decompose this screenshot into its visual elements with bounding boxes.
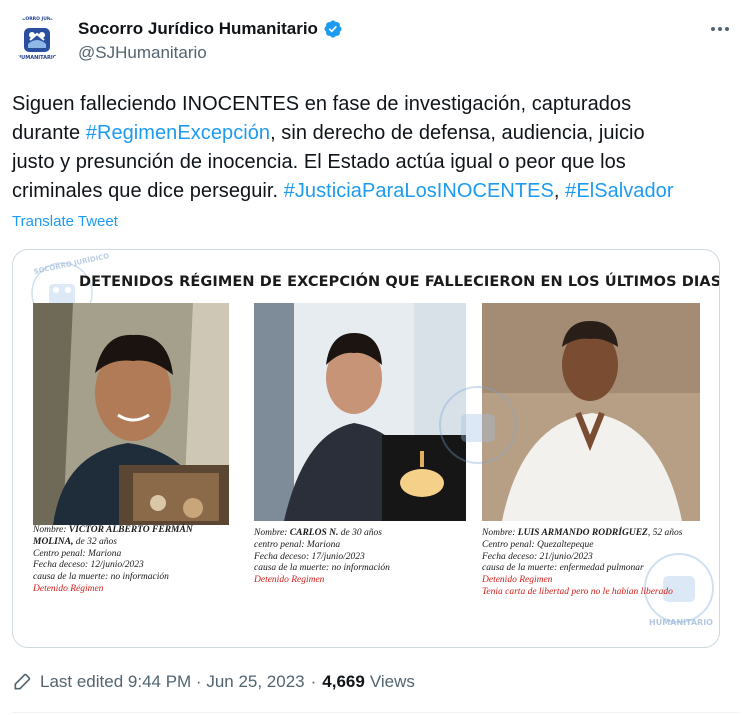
- victim-prison: Centro penal: Quezaltepeque: [482, 539, 594, 550]
- victim-prison: centro penal: Mariona: [254, 539, 341, 550]
- tweet-text-segment: criminales que dice perseguir.: [12, 180, 284, 202]
- victim-cause: causa de la muerte: no información: [254, 563, 390, 574]
- tweet-footer: Last edited 9:44 PM · Jun 25, 2023 · 4,6…: [12, 668, 415, 696]
- victim-cause: causa de la muerte: enfermedad pulmonar: [482, 563, 644, 574]
- victim-status: Detenido Régimen: [33, 583, 104, 594]
- name-label: Nombre:: [254, 528, 290, 538]
- views-count: 4,669: [322, 672, 365, 691]
- victim-age: de 30 años: [338, 528, 382, 538]
- portrait-1-icon: [33, 303, 229, 525]
- hashtag-link[interactable]: #ElSalvador: [565, 180, 673, 202]
- tweet-text-line: Siguen falleciendo INOCENTES en fase de …: [12, 90, 732, 119]
- display-name-row: Socorro Jurídico Humanitario: [78, 18, 343, 40]
- watermark-logo-middle-icon: [439, 386, 517, 464]
- victim-name: LUIS ARMANDO RODRÍGUEZ: [517, 528, 648, 538]
- victim-death-date: Fecha deceso: 17/junio/2023: [254, 551, 365, 562]
- victim-status: Detenido Regimen: [254, 575, 325, 586]
- views-label: Views: [369, 672, 415, 691]
- edited-timestamp[interactable]: Last edited 9:44 PM · Jun 25, 2023: [40, 672, 305, 692]
- victim-age: , 52 años: [647, 528, 683, 538]
- tweet-text-segment: , sin derecho de defensa, audiencia, jui…: [270, 122, 645, 144]
- victim-status: Detenido Regimen: [482, 575, 553, 586]
- victim-caption-1: Nombre: VÍCTOR ALBERTO FERMÁN MOLINA, de…: [33, 525, 233, 596]
- name-label: Nombre:: [482, 528, 518, 538]
- victim-death-date: Fecha deceso: 21/junio/2023: [482, 551, 593, 562]
- user-block: Socorro Jurídico Humanitario @SJHumanita…: [78, 18, 343, 63]
- hashtag-link[interactable]: #RegimenExcepción: [86, 122, 270, 144]
- tweet-text-line: criminales que dice perseguir. #Justicia…: [12, 177, 732, 206]
- victim-note: Tenia carta de libertad pero no le había…: [482, 586, 673, 597]
- footer-separator: ·: [310, 672, 317, 691]
- name-label: Nombre:: [33, 525, 69, 535]
- display-name[interactable]: Socorro Jurídico Humanitario: [78, 19, 318, 39]
- tweet-text-line: justo y presunción de inocencia. El Esta…: [12, 148, 732, 177]
- media-card[interactable]: SOCORRO JURÍDICO DETENIDOS RÉGIMEN DE EX…: [12, 249, 720, 648]
- avatar-label-top: SOCORRO JURÍDICO: [15, 17, 62, 22]
- victim-photo-1: [33, 303, 229, 525]
- victim-death-date: Fecha deceso: 12/junio/2023: [33, 560, 144, 571]
- victim-name: VÍCTOR ALBERTO FERMÁN: [68, 525, 193, 535]
- media-title: DETENIDOS RÉGIMEN DE EXCEPCIÓN QUE FALLE…: [79, 274, 720, 290]
- tweet-text-segment: justo y presunción de inocencia. El Esta…: [12, 151, 626, 173]
- tweet-text-segment: durante: [12, 122, 86, 144]
- translate-tweet-link[interactable]: Translate Tweet: [12, 213, 118, 230]
- more-options-icon[interactable]: [705, 18, 735, 40]
- avatar[interactable]: SOCORRO JURÍDICO HUMANITARIO: [12, 14, 62, 64]
- tweet-text-line: durante #RegimenExcepción, sin derecho d…: [12, 119, 732, 148]
- hashtag-link[interactable]: #JusticiaParaLosINOCENTES: [284, 180, 554, 202]
- victim-caption-2: Nombre: CARLOS N. de 30 años centro pena…: [254, 528, 469, 587]
- victim-name-continued: MOLINA,: [33, 536, 74, 547]
- tweet-text-segment: ,: [553, 180, 566, 202]
- watermark-label-bottom: HUMANITARIO: [649, 618, 713, 627]
- victim-prison: Centro penal: Mariona: [33, 548, 122, 559]
- tweet-text-segment: Siguen falleciendo INOCENTES en fase de …: [12, 93, 632, 115]
- verified-badge-icon[interactable]: [323, 19, 343, 39]
- victim-cause: causa de la muerte: no información: [33, 572, 169, 583]
- victim-name: CARLOS N.: [289, 528, 339, 538]
- avatar-label-bottom: HUMANITARIO: [17, 55, 57, 61]
- edit-pencil-icon: [14, 673, 31, 690]
- tweet-header: SOCORRO JURÍDICO HUMANITARIO Socorro Jur…: [12, 12, 739, 72]
- divider: [12, 712, 739, 713]
- victim-age: de 32 años: [73, 536, 117, 547]
- tweet-text: Siguen falleciendo INOCENTES en fase de …: [12, 90, 732, 206]
- user-handle[interactable]: @SJHumanitario: [78, 43, 343, 63]
- victim-caption-3: Nombre: LUIS ARMANDO RODRÍGUEZ, 52 años …: [482, 528, 719, 599]
